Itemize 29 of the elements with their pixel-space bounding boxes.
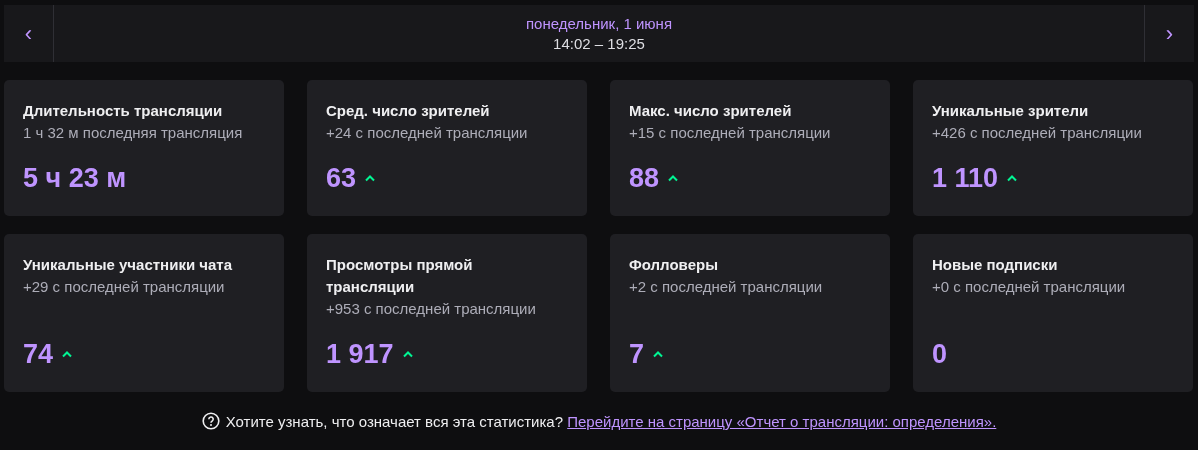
stat-title: Фолловеры (629, 255, 719, 275)
help-text: Хотите узнать, что означает вся эта статистика? Перейдите на страницу «Отчет о трансляции: определения». (225, 412, 997, 430)
stat-value: 63 (326, 162, 357, 194)
stat-title: Сред. число зрителей (326, 101, 491, 121)
stat-title: Длительность трансляции (23, 101, 224, 121)
stat-value: 88 (629, 162, 660, 194)
stat-change: +426 с последней трансляции (932, 123, 1143, 143)
stat-change: +24 с последней трансляции (326, 123, 529, 143)
date-label: понедельник, 1 июня (526, 15, 672, 32)
stat-value: 5 ч 23 м (23, 162, 127, 194)
stat-title: Уникальные зрители (932, 101, 1090, 121)
stat-change: +0 с последней трансляции (932, 277, 1127, 297)
time-range: 14:02 – 19:25 (553, 35, 645, 52)
stat-change: +953 с последней трансляции (326, 299, 537, 319)
stat-title: Уникальные участники чата (23, 255, 234, 275)
definitions-link[interactable]: Перейдите на страницу «Отчет о трансляции: определения». (567, 412, 997, 430)
stat-change: 1 ч 32 м последняя трансляция (23, 123, 244, 143)
stat-value: 7 (629, 338, 645, 370)
stat-value: 0 (932, 338, 948, 370)
stat-title: Просмотры прямой трансляции (326, 255, 474, 297)
stat-title: Новые подписки (932, 255, 1059, 275)
stat-change: +2 с последней трансляции (629, 277, 824, 297)
stat-value: 74 (23, 338, 54, 370)
stat-change: +29 с последней трансляции (23, 277, 226, 297)
stat-value: 1 110 (932, 162, 999, 194)
stat-change: +15 с последней трансляции (629, 123, 832, 143)
stat-value: 1 917 (326, 338, 394, 370)
help-icon (201, 412, 220, 430)
stat-title: Макс. число зрителей (629, 101, 793, 121)
